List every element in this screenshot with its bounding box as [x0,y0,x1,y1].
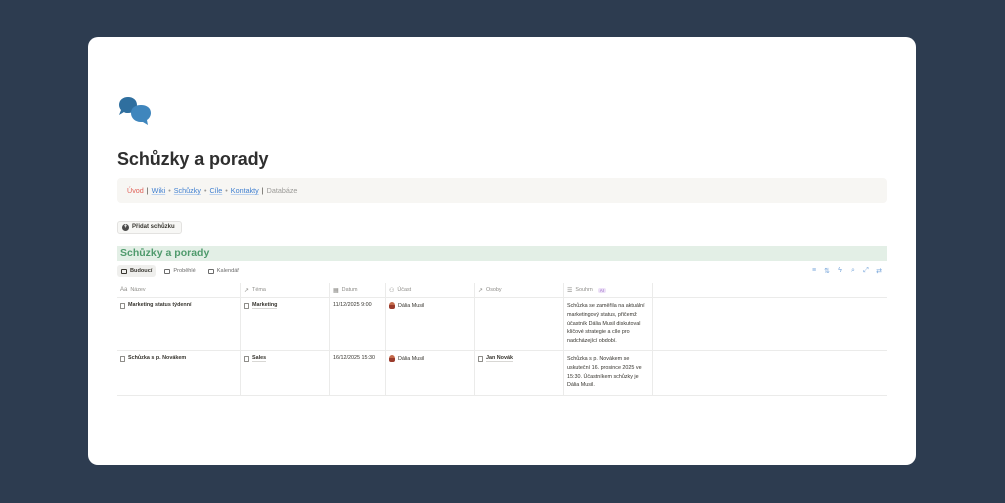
summary-text: Schůzka s p. Novákem se uskuteční 16. pr… [567,356,642,389]
tab-label: Budoucí [130,268,153,274]
column-label: Datum [341,287,358,293]
avatar [389,355,395,362]
page-card: Schůzky a porady Úvod | Wiki • Schůzky • Cíle •… [88,37,916,465]
cell-attendee[interactable]: Dália Musil [386,351,475,395]
nav-bullet: • [203,186,207,195]
navigation-callout: Úvod | Wiki • Schůzky • Cíle • Kontakty | Databáze [117,178,887,203]
column-header-osoby[interactable]: ↗ Osoby [475,283,564,297]
column-header-souhrn[interactable]: ☰ Souhrn AI [564,283,653,297]
nav-link-schuzky[interactable]: Schůzky [174,186,201,195]
cell-date[interactable]: 11/12/2025 9:00 [330,298,386,350]
automation-icon[interactable]: ϟ [836,267,844,275]
page-icon [120,302,125,309]
page-title: Schůzky a porady [117,149,269,169]
column-header-ucast[interactable]: ⚇ Účast [386,283,475,297]
sort-icon[interactable]: ⇅ [823,267,831,275]
cell-name[interactable]: Schůzka s p. Novákem [117,351,241,395]
column-label: Osoby [486,287,502,293]
column-label: Téma [252,287,266,293]
relation-arrow-icon: ↗ [244,287,250,294]
date-value: 11/12/2025 9:00 [333,302,372,308]
database-title[interactable]: Schůzky a porady [117,246,887,261]
database-view-tabs: Budoucí Proběhlé Kalendář [117,265,243,277]
avatar [389,302,395,309]
nav-link-wiki[interactable]: Wiki [152,186,166,195]
tab-label: Proběhlé [173,268,196,274]
column-header-nazev[interactable]: Aa Název [117,283,241,297]
nav-link-databaze[interactable]: Databáze [267,186,298,195]
cell-date[interactable]: 16/12/2025 15:30 [330,351,386,395]
tab-kalendar[interactable]: Kalendář [204,265,243,277]
page-icon [244,355,249,362]
meetings-table: Aa Název ↗ Téma ▦ Datum ⚇ Účast ↗ Osoby ☰ Souh… [117,283,887,396]
ai-badge: AI [597,287,607,293]
add-meeting-label: Přidat schůzku [132,224,175,230]
cell-name[interactable]: Marketing status týdenní [117,298,241,350]
cell-topic[interactable]: Sales [241,351,330,395]
table-row[interactable]: Marketing status týdenní Marketing 11/12… [117,298,887,351]
cell-topic[interactable]: Marketing [241,298,330,350]
table-header-row: Aa Název ↗ Téma ▦ Datum ⚇ Účast ↗ Osoby ☰ Souh… [117,283,887,298]
nav-link-uvod[interactable]: Úvod [127,186,144,195]
table-row[interactable]: Schůzka s p. Novákem Sales 16/12/2025 15… [117,351,887,396]
attendee-name: Dália Musil [398,302,425,309]
tab-label: Kalendář [216,268,240,274]
speech-bubbles-icon[interactable] [117,96,153,126]
row-title[interactable]: Schůzka s p. Novákem [128,355,186,361]
people-icon: ⚇ [389,287,395,294]
nav-separator: | [261,186,264,195]
nav-bullet: • [225,186,228,195]
relation-arrow-icon: ↗ [478,287,484,294]
calendar-icon [207,268,214,274]
attendee-name: Dália Musil [398,355,425,362]
nav-separator: | [146,186,149,195]
tab-budouci[interactable]: Budoucí [117,265,157,277]
expand-icon[interactable]: ⤢ [862,267,870,275]
cell-person[interactable]: Jan Novák [475,351,564,395]
add-meeting-button[interactable]: + Přidat schůzku [117,221,182,234]
table-icon [164,268,171,274]
search-icon[interactable]: ⌕ [849,267,857,275]
person-link[interactable]: Jan Novák [486,355,513,362]
plus-circle-icon: + [122,224,129,231]
list-icon: ☰ [567,287,573,294]
cell-attendee[interactable]: Dália Musil [386,298,475,350]
filter-icon[interactable]: ≡ [810,267,818,275]
column-label: Souhrn [575,287,593,293]
calendar-icon: ▦ [333,287,339,294]
page-icon [244,302,249,309]
cell-summary[interactable]: Schůzka se zaměřila na aktuální marketin… [564,298,653,350]
text-icon: Aa [120,287,128,293]
database-toolbar: ≡ ⇅ ϟ ⌕ ⤢ ⇄ [810,267,883,275]
column-header-empty [653,283,887,297]
nav-link-kontakty[interactable]: Kontakty [231,186,259,195]
column-header-tema[interactable]: ↗ Téma [241,283,330,297]
page-icon [478,355,483,362]
nav-bullet: • [168,186,171,195]
column-label: Název [130,287,146,293]
page-icon [120,355,125,362]
topic-link[interactable]: Sales [252,355,267,362]
summary-text: Schůzka se zaměřila na aktuální marketin… [567,303,645,345]
column-label: Účast [397,287,412,293]
settings-icon[interactable]: ⇄ [875,267,883,275]
cell-person[interactable] [475,298,564,350]
cell-empty [653,351,887,395]
tab-probehle[interactable]: Proběhlé [160,265,199,277]
topic-link[interactable]: Marketing [252,302,278,309]
cell-summary[interactable]: Schůzka s p. Novákem se uskuteční 16. pr… [564,351,653,395]
row-title[interactable]: Marketing status týdenní [128,302,192,308]
column-header-datum[interactable]: ▦ Datum [330,283,386,297]
nav-link-cile[interactable]: Cíle [209,186,222,195]
table-icon [121,268,127,274]
cell-empty [653,298,887,350]
date-value: 16/12/2025 15:30 [333,355,375,361]
